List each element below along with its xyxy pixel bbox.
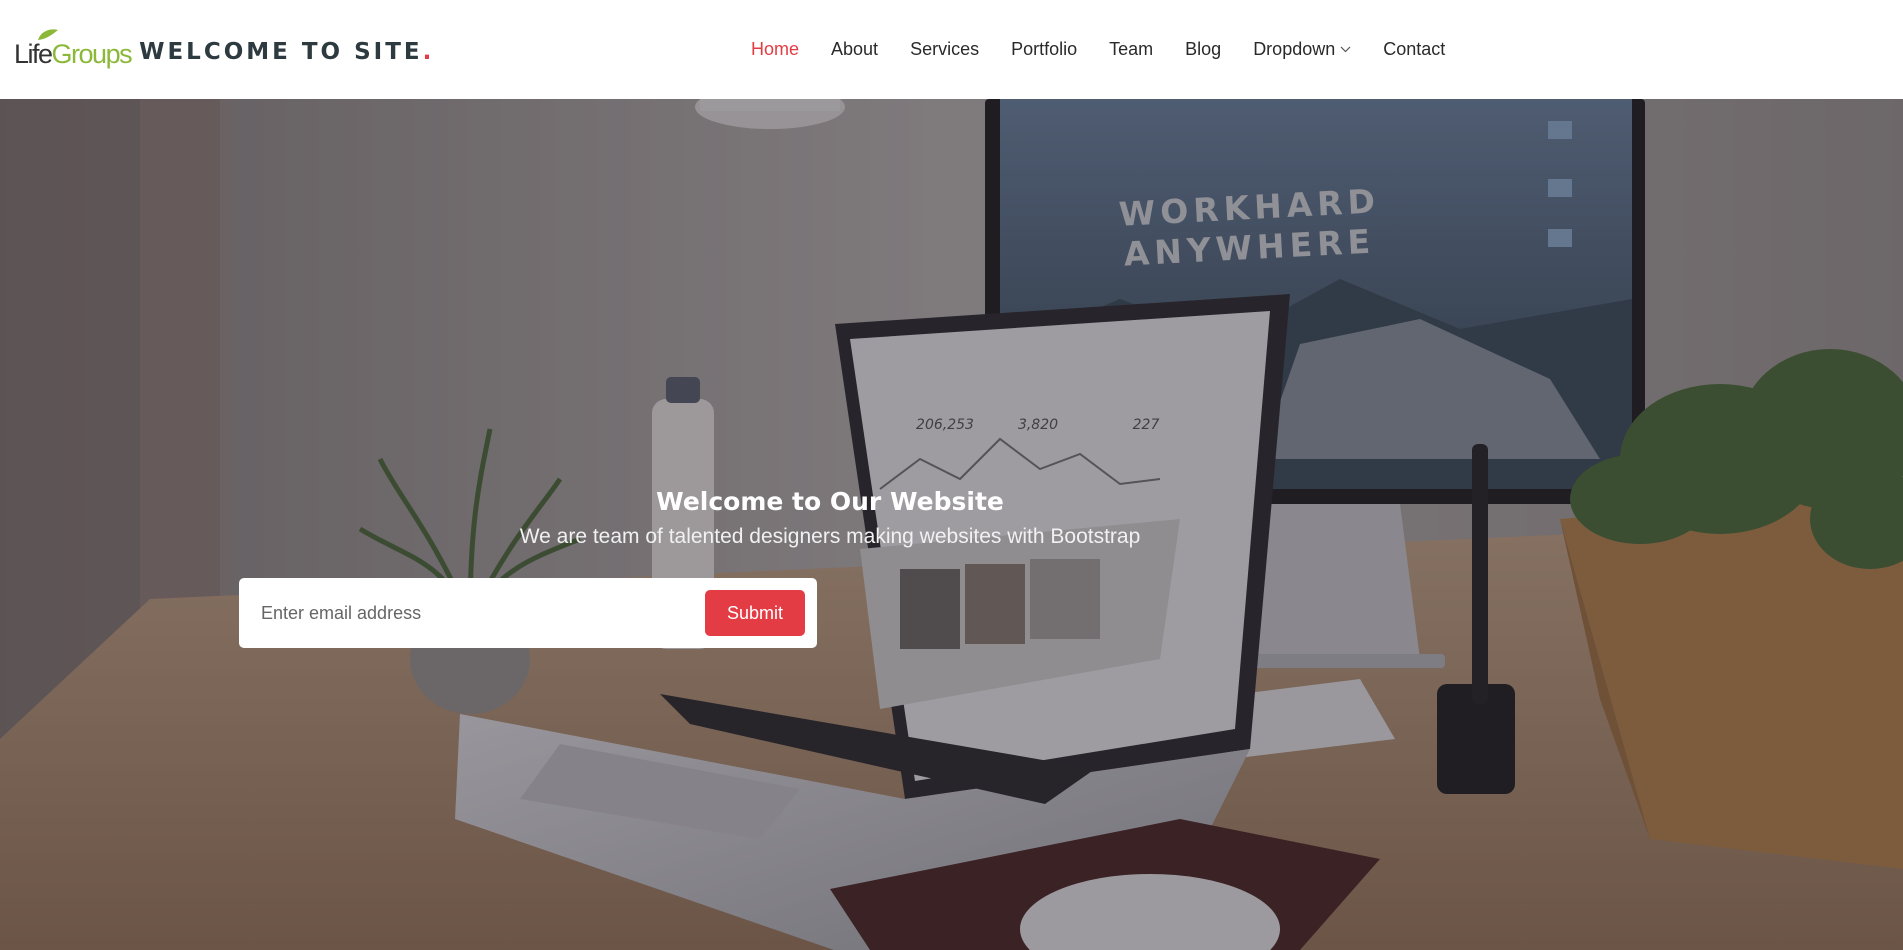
chevron-down-icon: [1340, 46, 1351, 53]
submit-button[interactable]: Submit: [705, 590, 805, 636]
nav-services[interactable]: Services: [894, 39, 995, 60]
nav-dropdown-label: Dropdown: [1253, 39, 1336, 59]
site-header: Life Groups WELCOME TO SITE. Home About S…: [0, 0, 1903, 99]
nav-blog[interactable]: Blog: [1169, 39, 1237, 60]
nav-home[interactable]: Home: [735, 39, 815, 60]
nav-dropdown[interactable]: Dropdown: [1237, 39, 1367, 60]
leaf-icon: [38, 29, 58, 40]
hero-title: Welcome to Our Website: [656, 487, 1004, 516]
brand[interactable]: Life Groups WELCOME TO SITE.: [14, 28, 434, 68]
site-title-dot: .: [422, 39, 435, 65]
site-title[interactable]: WELCOME TO SITE.: [139, 41, 434, 68]
email-input[interactable]: [261, 593, 701, 633]
subscribe-form: Submit: [239, 578, 817, 648]
logo-text-groups: Groups: [51, 39, 133, 69]
nav-team[interactable]: Team: [1093, 39, 1169, 60]
logo-text-life: Life: [14, 39, 53, 69]
logo[interactable]: Life Groups: [14, 28, 133, 69]
nav-portfolio[interactable]: Portfolio: [995, 39, 1093, 60]
hero-section: WORKHARD ANYWHERE 206,253 3,820 227 Welc…: [0, 99, 1903, 950]
nav-about[interactable]: About: [815, 39, 894, 60]
site-title-text: WELCOME TO SITE: [139, 39, 423, 65]
main-nav: Home About Services Portfolio Team Blog …: [735, 0, 1461, 99]
hero-subtitle: We are team of talented designers making…: [519, 525, 1141, 548]
nav-contact[interactable]: Contact: [1367, 39, 1461, 60]
